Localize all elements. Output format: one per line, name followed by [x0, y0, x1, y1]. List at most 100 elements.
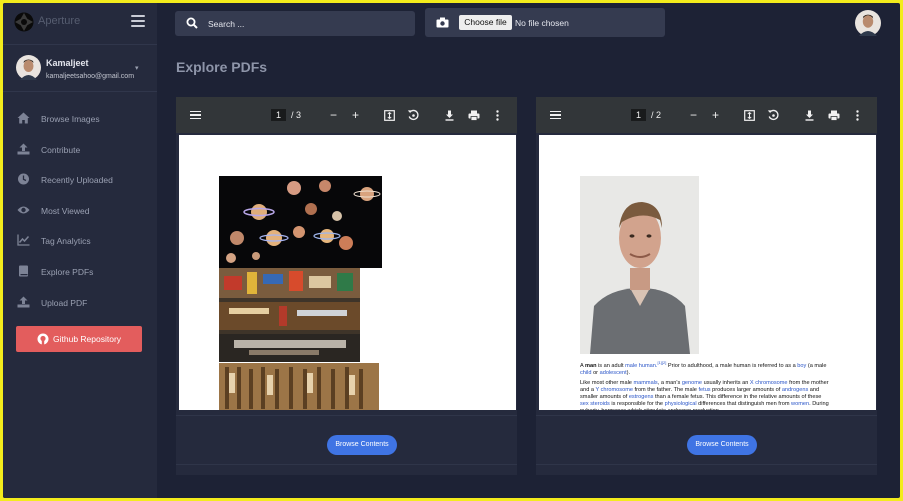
print-icon[interactable] [468, 97, 480, 133]
card-divider [536, 415, 877, 416]
sidebar: Aperture Kamaljeet kamaljeetsahoo@gmail.… [3, 3, 157, 498]
sidebar-item-label: Contribute [41, 144, 81, 155]
text: differences that distinguish men from [696, 400, 792, 407]
more-options-icon[interactable] [496, 97, 499, 133]
link[interactable]: androgens [782, 387, 808, 393]
sidebar-item-label: Recently Uploaded [41, 175, 113, 186]
page-separator: / [291, 110, 294, 120]
zoom-in-icon[interactable]: + [352, 97, 359, 133]
sidebar-item-upload-pdf[interactable]: Upload PDF [3, 287, 157, 318]
download-icon[interactable] [444, 97, 455, 133]
link[interactable]: genome [682, 380, 702, 386]
page-number-input[interactable]: 1 [271, 109, 287, 121]
hamburger-menu-icon[interactable] [131, 15, 145, 27]
avatar[interactable] [855, 10, 881, 36]
sidebar-item-recently-uploaded[interactable]: Recently Uploaded [3, 164, 157, 195]
text: , a man's [657, 379, 682, 386]
link[interactable]: mammals [633, 380, 657, 386]
text: man [584, 362, 597, 369]
brand-bar: Aperture [3, 3, 157, 45]
zoom-out-icon[interactable]: − [330, 97, 337, 133]
chart-icon [17, 234, 30, 247]
link[interactable]: male [625, 363, 637, 369]
sidebar-item-label: Tag Analytics [41, 236, 91, 247]
sidebar-item-contribute[interactable]: Contribute [3, 134, 157, 165]
user-email: kamaljeetsahoo@gmail.com [46, 73, 135, 80]
search-input[interactable]: Search ... [175, 11, 415, 36]
browse-contents-button[interactable]: Browse Contents [687, 435, 757, 455]
pdf-body-text: A man is an adult male human.[1][2] Prio… [580, 359, 830, 410]
paragraph: Like most other male mammals, a man's ge… [580, 380, 830, 410]
browse-contents-button[interactable]: Browse Contents [327, 435, 397, 455]
fit-page-icon[interactable] [384, 97, 395, 133]
print-icon[interactable] [828, 97, 840, 133]
search-placeholder: Search ... [208, 19, 245, 29]
page-number-input[interactable]: 1 [631, 109, 647, 121]
upload-icon [17, 296, 30, 308]
sidebar-item-tag-analytics[interactable]: Tag Analytics [3, 225, 157, 256]
github-repository-button[interactable]: Github Repository [16, 326, 142, 352]
text: produces larger amounts of [710, 386, 782, 393]
zoom-out-icon[interactable]: − [690, 97, 697, 133]
upload-icon [17, 143, 30, 155]
home-icon [17, 112, 30, 124]
link[interactable]: Y chromosome [595, 387, 633, 393]
github-icon [37, 333, 49, 345]
link[interactable]: sex steroids [580, 401, 610, 407]
sidebar-item-label: Explore PDFs [41, 266, 94, 277]
book-icon [19, 265, 28, 277]
text: ). [626, 369, 631, 376]
pdf-card: 1 / 2 − + A man is an adult male human.[… [536, 97, 877, 475]
page-total: 3 [296, 110, 302, 120]
search-icon [186, 17, 198, 29]
file-status: No file chosen [515, 18, 569, 28]
pdf-menu-icon[interactable] [190, 97, 201, 133]
image-upload-field: Choose file No file chosen [425, 8, 665, 37]
text: or [591, 369, 600, 376]
page-separator: / [651, 110, 654, 120]
sidebar-item-explore-pdfs[interactable]: Explore PDFs [3, 256, 157, 287]
sidebar-item-label: Browse Images [41, 114, 100, 124]
card-divider [536, 464, 877, 465]
link[interactable]: fetus [698, 387, 710, 393]
rotate-icon[interactable] [767, 97, 779, 133]
camera-icon [436, 17, 449, 28]
user-profile[interactable]: Kamaljeet kamaljeetsahoo@gmail.com ▾ [3, 46, 157, 92]
sidebar-item-most-viewed[interactable]: Most Viewed [3, 195, 157, 226]
planets-image [219, 176, 382, 268]
link[interactable]: adolescent [600, 370, 627, 376]
user-name: Kamaljeet [46, 58, 89, 68]
pdf-card: 1 / 3 − + Browse Contents [176, 97, 517, 475]
sidebar-item-browse-images[interactable]: Browse Images [3, 103, 157, 134]
pdf-page-indicator: 1 / 2 [631, 97, 661, 133]
pdf-toolbar: 1 / 3 − + [176, 97, 517, 133]
fit-page-icon[interactable] [744, 97, 755, 133]
app-frame: Aperture Kamaljeet kamaljeetsahoo@gmail.… [3, 3, 900, 498]
text: (a male [806, 362, 827, 369]
rotate-icon[interactable] [407, 97, 419, 133]
choose-file-button[interactable]: Choose file [459, 15, 512, 30]
clock-icon [18, 173, 29, 185]
paragraph: A man is an adult male human.[1][2] Prio… [580, 359, 830, 377]
link[interactable]: X chromosome [750, 380, 788, 386]
chevron-down-icon[interactable]: ▾ [135, 64, 139, 72]
wood-tools-image [219, 363, 379, 410]
text: is responsible for the [609, 400, 665, 407]
link[interactable]: child [580, 370, 592, 376]
toolbox-image [219, 268, 360, 362]
link[interactable]: physiological [665, 401, 697, 407]
text: Like most other male [580, 379, 634, 386]
zoom-in-icon[interactable]: + [712, 97, 719, 133]
link[interactable]: estrogens [629, 394, 654, 400]
page-title: Explore PDFs [176, 59, 268, 75]
avatar [16, 55, 41, 80]
pdf-menu-icon[interactable] [550, 97, 561, 133]
github-button-label: Github Repository [53, 334, 122, 344]
link[interactable]: human. [639, 363, 658, 369]
sidebar-item-label: Most Viewed [41, 205, 90, 216]
download-icon[interactable] [804, 97, 815, 133]
aperture-logo-icon [14, 12, 34, 32]
link[interactable]: boy [797, 363, 806, 369]
link[interactable]: women [791, 401, 809, 407]
more-options-icon[interactable] [856, 97, 859, 133]
